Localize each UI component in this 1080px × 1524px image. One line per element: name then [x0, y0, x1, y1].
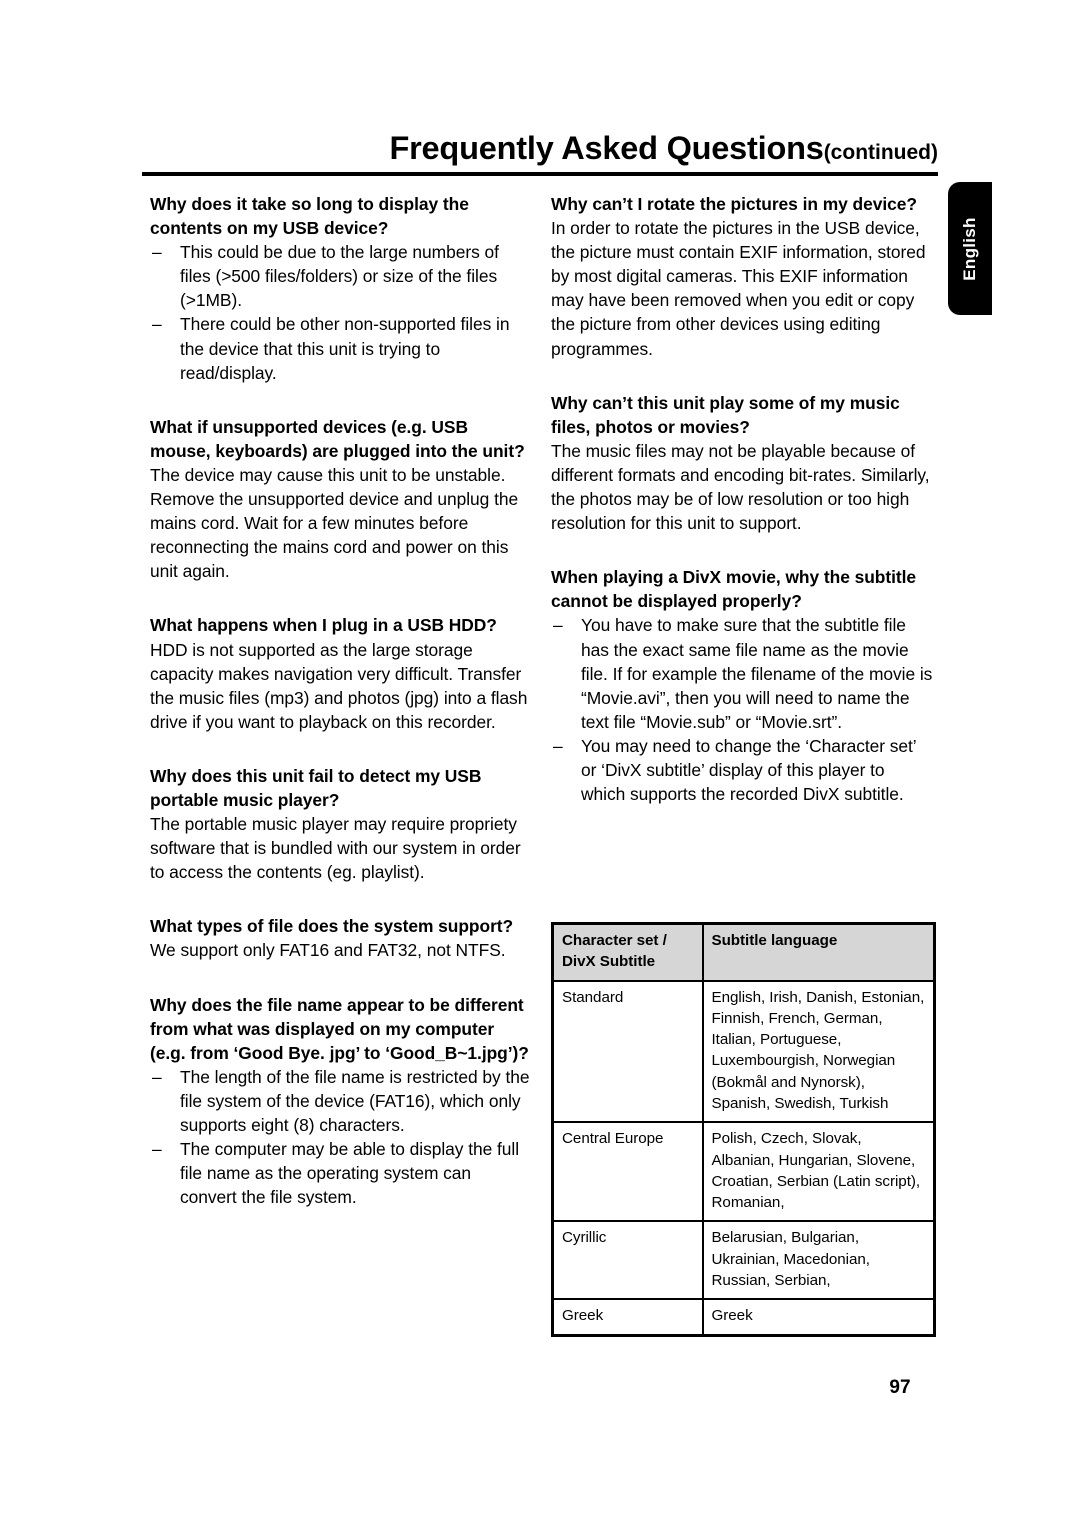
faq-question: Why can’t I rotate the pictures in my de…: [551, 194, 917, 214]
left-column: Why does it take so long to display the …: [150, 192, 532, 1209]
bullet-dash-icon: –: [152, 1139, 162, 1160]
table-row: Cyrillic Belarusian, Bulgarian, Ukrainia…: [551, 1220, 936, 1301]
faq-question: Why does this unit fail to detect my USB…: [150, 765, 482, 810]
table-row: Greek Greek: [551, 1298, 936, 1336]
bullet-dash-icon: –: [553, 615, 563, 636]
table-cell-charset: Standard: [551, 979, 704, 1124]
faq-bullet-text: There could be other non-supported files…: [180, 314, 510, 383]
faq-bullet-list: – You have to make sure that the subtitle…: [551, 613, 933, 806]
faq-answer: The music files may not be playable beca…: [551, 440, 930, 534]
table-cell-languages: English, Irish, Danish, Estonian, Finnis…: [701, 979, 936, 1124]
page-title-continued: (continued): [823, 141, 938, 164]
faq-item: Why does this unit fail to detect my USB…: [150, 764, 532, 884]
faq-item: What happens when I plug in a USB HDD? H…: [150, 613, 532, 733]
table-cell-charset: Cyrillic: [551, 1220, 704, 1301]
faq-question: What happens when I plug in a USB HDD?: [150, 615, 497, 636]
bullet-dash-icon: –: [152, 314, 162, 335]
bullet-dash-icon: –: [152, 1066, 162, 1087]
faq-bullet: – The length of the file name is restrict…: [150, 1065, 532, 1137]
faq-bullet: – You have to make sure that the subtitle…: [551, 613, 933, 733]
faq-answer: We support only FAT16 and FAT32, not NTF…: [150, 940, 506, 961]
faq-item: Why can’t I rotate the pictures in my de…: [551, 192, 933, 361]
faq-item: When playing a DivX movie, why the subti…: [551, 565, 933, 806]
faq-bullet: – You may need to change the ‘Character s…: [551, 734, 933, 806]
bullet-dash-icon: –: [152, 242, 162, 263]
page-header: Frequently Asked Questions(continued): [142, 132, 938, 165]
faq-question: Why can’t this unit play some of my musi…: [551, 392, 900, 437]
table-cell-languages: Belarusian, Bulgarian, Ukrainian, Macedo…: [701, 1220, 936, 1301]
faq-item: Why does it take so long to display the …: [150, 192, 532, 385]
right-column: Why can’t I rotate the pictures in my de…: [551, 192, 933, 806]
page-number: 97: [889, 1377, 911, 1398]
bullet-dash-icon: –: [553, 735, 563, 756]
faq-question: Why does the file name appear to be diff…: [150, 994, 529, 1063]
table-cell-languages: Polish, Czech, Slovak, Albanian, Hungari…: [701, 1121, 936, 1223]
manual-page: Frequently Asked Questions(continued) En…: [0, 0, 1080, 1524]
table-row: Central Europe Polish, Czech, Slovak, Al…: [551, 1121, 936, 1223]
table-cell-charset: Greek: [551, 1298, 704, 1336]
subtitle-language-table: Character set / DivX Subtitle Subtitle l…: [551, 922, 936, 1337]
faq-item: What types of file does the system suppo…: [150, 914, 532, 962]
faq-answer: The portable music player may require pr…: [150, 814, 521, 883]
faq-bullet: – There could be other non-supported file…: [150, 312, 532, 384]
table-header-language: Subtitle language: [701, 922, 936, 982]
faq-bullet-text: The computer may be able to display the …: [180, 1139, 520, 1208]
faq-item: Why does the file name appear to be diff…: [150, 993, 532, 1210]
header-divider: [142, 172, 938, 176]
faq-question: What types of file does the system suppo…: [150, 916, 514, 937]
faq-bullet-text: This could be due to the large numbers o…: [180, 242, 499, 311]
page-title-main: Frequently Asked Questions: [389, 130, 824, 166]
faq-item: What if unsupported devices (e.g. USB mo…: [150, 415, 532, 584]
faq-bullet-list: – The length of the file name is restrict…: [150, 1065, 532, 1210]
faq-question: When playing a DivX movie, why the subti…: [551, 567, 917, 612]
page-title: Frequently Asked Questions(continued): [142, 132, 938, 165]
table-cell-languages: Greek: [701, 1298, 936, 1336]
faq-question: What if unsupported devices (e.g. USB mo…: [150, 416, 525, 461]
faq-answer: In order to rotate the pictures in the U…: [551, 218, 926, 359]
table-header-charset: Character set / DivX Subtitle: [551, 922, 704, 982]
faq-bullet: – This could be due to the large numbers …: [150, 240, 532, 312]
language-tab-label: English: [960, 216, 979, 281]
faq-bullet-text: The length of the file name is restricte…: [180, 1066, 530, 1135]
table-cell-charset: Central Europe: [551, 1121, 704, 1223]
language-tab-english: English: [948, 182, 992, 315]
faq-item: Why can’t this unit play some of my musi…: [551, 391, 933, 536]
faq-answer: HDD is not supported as the large storag…: [150, 639, 528, 732]
faq-question: Why does it take so long to display the …: [150, 194, 469, 239]
faq-bullet-text: You have to make sure that the subtitle …: [581, 615, 933, 732]
faq-bullet: – The computer may be able to display the…: [150, 1137, 532, 1209]
table-header-row: Character set / DivX Subtitle Subtitle l…: [551, 922, 936, 982]
table-row: Standard English, Irish, Danish, Estonia…: [551, 979, 936, 1124]
faq-bullet-list: – This could be due to the large numbers …: [150, 240, 532, 385]
faq-bullet-text: You may need to change the ‘Character se…: [581, 735, 916, 805]
faq-answer: The device may cause this unit to be uns…: [150, 464, 519, 582]
